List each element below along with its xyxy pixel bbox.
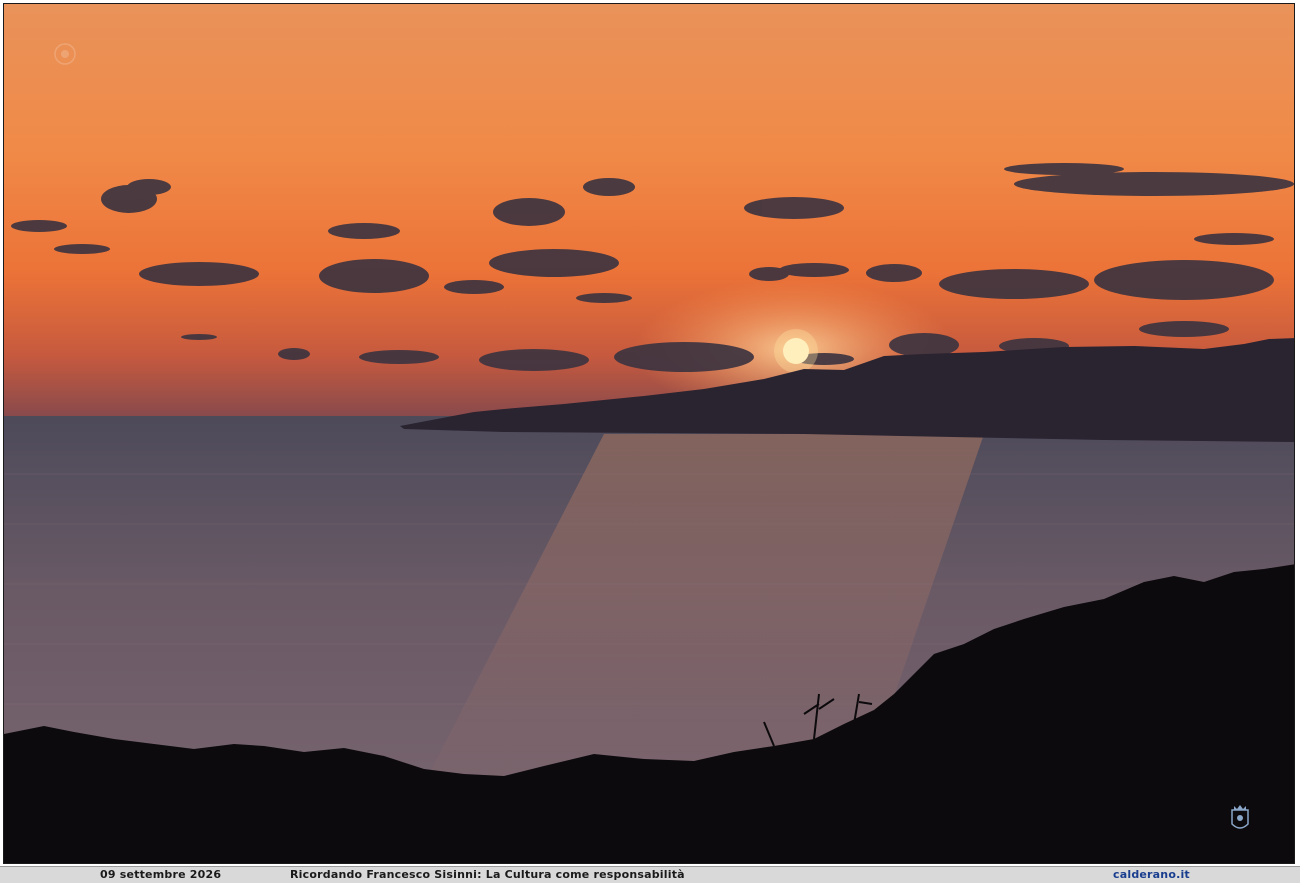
caption-site-link[interactable]: calderano.it xyxy=(1113,867,1190,883)
sunset-photo xyxy=(4,4,1294,863)
caption-title: Ricordando Francesco Sisinni: La Cultura… xyxy=(290,868,685,881)
photo-frame xyxy=(3,3,1295,864)
caption-bar: 09 settembre 2026 Ricordando Francesco S… xyxy=(0,866,1300,883)
caption-date: 09 settembre 2026 xyxy=(100,868,222,881)
